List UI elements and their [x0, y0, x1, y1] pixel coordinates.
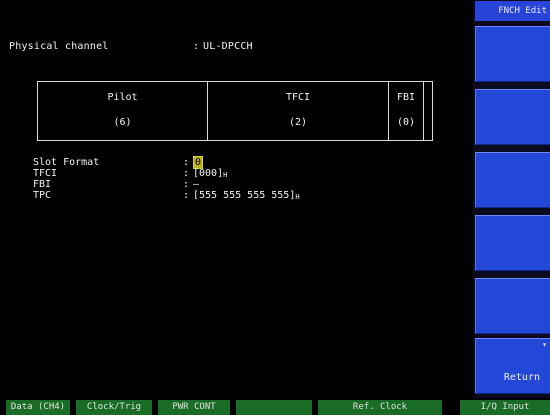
bottom-key-pwr-cont[interactable]: PWR CONT [158, 400, 230, 415]
param-colon: : [183, 168, 190, 179]
parameter-list: Slot Format : 0 TFCI : [000]H FBI : — TP… [33, 156, 473, 201]
slot-field-bits: (2) [288, 117, 308, 128]
return-label: Return [503, 372, 540, 383]
slot-field-name: FBI [396, 92, 416, 103]
bottom-function-bar: Data (CH4) Clock/Trig PWR CONT Ref. Cloc… [0, 398, 550, 415]
hex-suffix: H [295, 193, 300, 201]
slot-format-field[interactable]: 0 [193, 156, 204, 169]
bottom-key-clock-trig[interactable]: Clock/Trig [76, 400, 152, 415]
param-row-slot-format[interactable]: Slot Format : 0 [33, 156, 473, 169]
bottom-key-data-ch4[interactable]: Data (CH4) [6, 400, 70, 415]
param-row-tfci[interactable]: TFCI : [000]H [33, 168, 473, 179]
main-display: Physical channel : UL-DPCCH Pilot (6) TF… [0, 0, 473, 398]
param-row-tpc[interactable]: TPC : [555 555 555 555]H [33, 190, 473, 201]
param-colon: : [183, 179, 190, 190]
slot-field-fbi: FBI (0) [389, 82, 424, 140]
tpc-value: [555 555 555 555] [193, 190, 296, 201]
tfci-value: [000] [193, 168, 224, 179]
slot-structure-table: Pilot (6) TFCI (2) FBI (0) [37, 81, 433, 141]
slot-field-bits: (0) [396, 117, 416, 128]
slot-field-pilot: Pilot (6) [38, 82, 208, 140]
slot-field-name: TFCI [285, 92, 311, 103]
param-row-fbi: FBI : — [33, 179, 473, 190]
softkey-return[interactable]: ▾ Return [475, 338, 550, 394]
param-colon: : [183, 157, 190, 168]
param-label: FBI [33, 179, 52, 190]
slot-field-name: Pilot [107, 92, 138, 103]
param-label: TPC [33, 190, 52, 201]
softkey-2[interactable] [475, 89, 550, 145]
return-arrow-icon: ▾ [542, 340, 547, 349]
softkey-5[interactable] [475, 278, 550, 334]
bottom-key-iq-input[interactable]: I/Q Input [460, 400, 550, 415]
hex-suffix: H [223, 171, 228, 179]
softkey-3[interactable] [475, 152, 550, 208]
physical-channel-colon: : [193, 41, 200, 52]
physical-channel-label: Physical channel [9, 41, 109, 52]
tpc-field[interactable]: [555 555 555 555]H [193, 190, 300, 203]
fbi-value: — [193, 179, 200, 190]
softkey-panel: FNCH Edit ▾ Return [473, 0, 550, 415]
softkey-1[interactable] [475, 26, 550, 82]
param-label: TFCI [33, 168, 58, 179]
softkey-menu-title: FNCH Edit [475, 1, 550, 21]
slot-field-tfci: TFCI (2) [208, 82, 389, 140]
bottom-key-ref-clock[interactable]: Ref. Clock [318, 400, 442, 415]
physical-channel-value: UL-DPCCH [203, 41, 253, 52]
softkey-4[interactable] [475, 215, 550, 271]
slot-field-bits: (6) [113, 117, 132, 128]
bottom-key-blank[interactable] [236, 400, 312, 415]
param-label: Slot Format [33, 157, 100, 168]
slot-field-tpc-spacer [424, 82, 432, 140]
param-colon: : [183, 190, 190, 201]
